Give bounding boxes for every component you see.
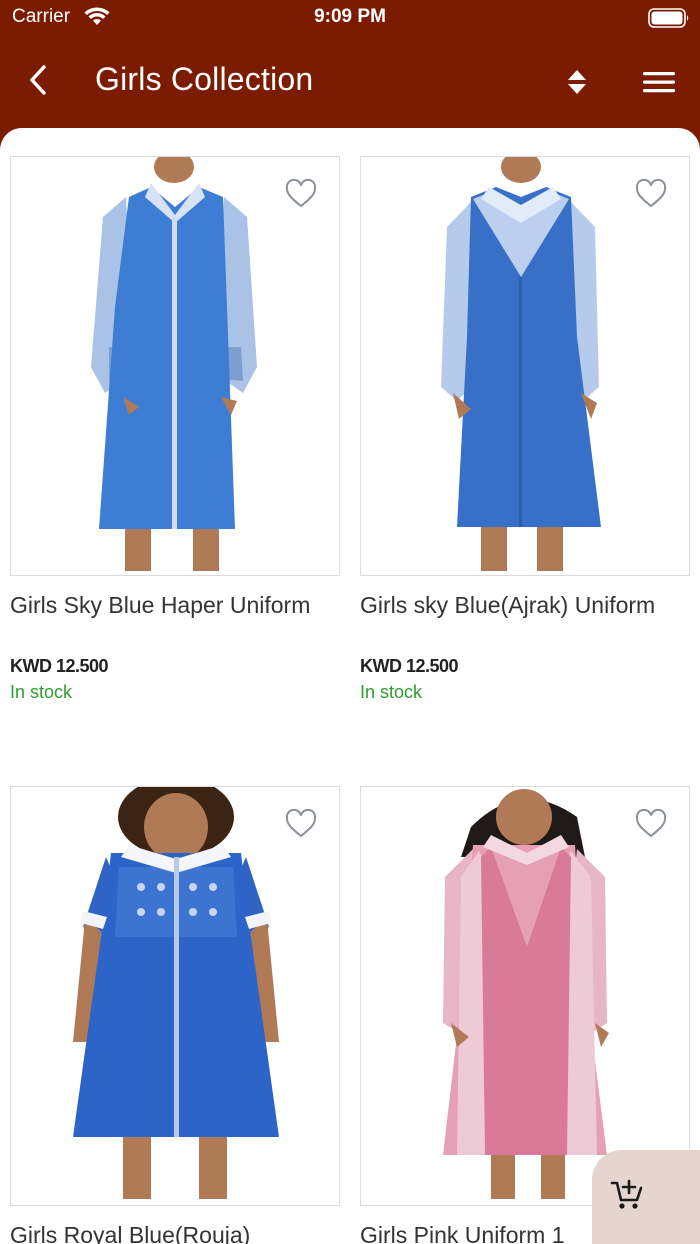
heart-outline-icon[interactable] bbox=[285, 809, 317, 839]
product-title[interactable]: Girls Royal Blue(Rouja) bbox=[10, 1222, 355, 1244]
product-grid: Girls Sky Blue Haper Uniform KWD 12.500 … bbox=[0, 128, 700, 1244]
product-photo bbox=[441, 157, 601, 571]
status-time: 9:09 PM bbox=[314, 6, 386, 27]
product-photo bbox=[91, 157, 257, 571]
sort-icon bbox=[568, 70, 586, 94]
heart-outline-icon[interactable] bbox=[635, 809, 667, 839]
product-price: KWD 12.500 bbox=[10, 656, 109, 676]
status-bar: Carrier 9:09 PM bbox=[0, 0, 700, 36]
back-button[interactable] bbox=[22, 60, 58, 100]
product-image[interactable] bbox=[10, 786, 340, 1206]
stock-status: In stock bbox=[360, 682, 423, 702]
product-photo bbox=[443, 789, 609, 1199]
battery-icon bbox=[648, 8, 689, 28]
product-image[interactable] bbox=[360, 156, 690, 576]
stock-status: In stock bbox=[10, 682, 73, 702]
product-photo bbox=[73, 787, 279, 1199]
heart-outline-icon[interactable] bbox=[285, 179, 317, 209]
page-title: Girls Collection bbox=[95, 61, 314, 97]
product-image[interactable] bbox=[10, 156, 340, 576]
chevron-left-icon bbox=[30, 65, 46, 95]
heart-outline-icon[interactable] bbox=[635, 179, 667, 209]
add-to-cart-button[interactable] bbox=[592, 1150, 700, 1244]
add-to-cart-icon bbox=[610, 1179, 643, 1209]
hamburger-menu-icon bbox=[643, 72, 675, 93]
navigation-bar: Girls Collection bbox=[0, 36, 700, 128]
menu-button[interactable] bbox=[641, 68, 677, 96]
product-title[interactable]: Girls sky Blue(Ajrak) Uniform bbox=[360, 592, 700, 619]
product-title[interactable]: Girls Sky Blue Haper Uniform bbox=[10, 592, 355, 619]
sort-button[interactable] bbox=[562, 66, 592, 98]
product-price: KWD 12.500 bbox=[360, 656, 459, 676]
product-image[interactable] bbox=[360, 786, 690, 1206]
